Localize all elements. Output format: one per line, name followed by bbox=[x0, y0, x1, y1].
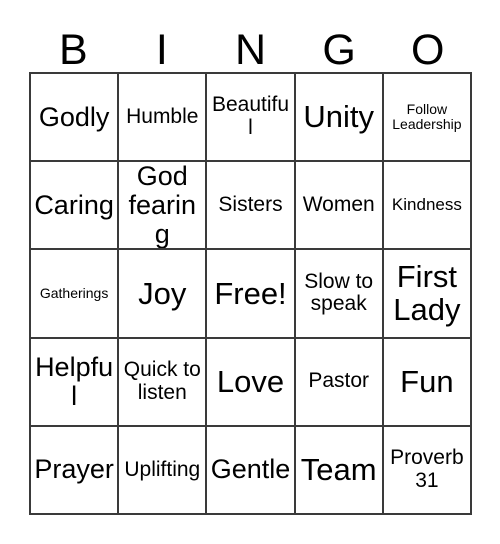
bingo-cell-label: Beautiful bbox=[211, 93, 290, 140]
bingo-cell-label: Uplifting bbox=[124, 457, 201, 481]
bingo-cell-label: Proverb 31 bbox=[390, 446, 464, 492]
bingo-cell-label: Gatherings bbox=[39, 284, 109, 301]
bingo-cell-label: Godly bbox=[38, 101, 110, 132]
bingo-header-letters: B I N G O bbox=[29, 14, 472, 72]
bingo-cell-b3[interactable]: Gatherings bbox=[31, 250, 120, 339]
bingo-cell-label: God fearing bbox=[128, 162, 197, 249]
bingo-header-letter-o: O bbox=[410, 26, 445, 74]
bingo-cell-b4[interactable]: Helpful bbox=[31, 338, 120, 427]
bingo-cell-i2[interactable]: God fearing bbox=[119, 162, 208, 251]
bingo-cell-label: First Lady bbox=[393, 259, 461, 328]
bingo-grid: Godly Humble Beautiful Unity Follow Lead… bbox=[29, 72, 472, 515]
bingo-cell-label: Slow to speak bbox=[304, 269, 374, 316]
bingo-cell-i5[interactable]: Uplifting bbox=[119, 426, 208, 515]
bingo-cell-label: Humble bbox=[126, 104, 199, 128]
bingo-cell-g4[interactable]: Pastor bbox=[295, 338, 384, 427]
bingo-cell-n1[interactable]: Beautiful bbox=[207, 74, 296, 163]
bingo-cell-o2[interactable]: Kindness bbox=[383, 162, 472, 251]
bingo-cell-o4[interactable]: Fun bbox=[383, 338, 472, 427]
bingo-cell-g5[interactable]: Team bbox=[295, 426, 384, 515]
bingo-cell-label: Love bbox=[216, 363, 285, 399]
bingo-header-letter-i: I bbox=[155, 26, 168, 74]
bingo-cell-label: Prayer bbox=[34, 454, 114, 485]
bingo-cell-o3[interactable]: First Lady bbox=[383, 250, 472, 339]
bingo-cell-b5[interactable]: Prayer bbox=[31, 426, 120, 515]
bingo-cell-label: Free! bbox=[214, 275, 287, 311]
bingo-cell-label: Kindness bbox=[391, 195, 462, 215]
bingo-cell-label: Sisters bbox=[218, 192, 283, 216]
bingo-header-letter-n: N bbox=[234, 26, 267, 74]
bingo-cell-n4[interactable]: Love bbox=[207, 338, 296, 427]
bingo-cell-g2[interactable]: Women bbox=[295, 162, 384, 251]
bingo-cell-label: Gentle bbox=[210, 454, 291, 485]
bingo-cell-label: Follow Leadership bbox=[392, 100, 462, 133]
bingo-cell-o5[interactable]: Proverb 31 bbox=[383, 426, 472, 515]
bingo-cell-b2[interactable]: Caring bbox=[31, 162, 120, 251]
bingo-cell-i1[interactable]: Humble bbox=[119, 74, 208, 163]
bingo-cell-g3[interactable]: Slow to speak bbox=[295, 250, 384, 339]
bingo-cell-label: Pastor bbox=[308, 369, 370, 393]
bingo-cell-label: Helpful bbox=[35, 351, 114, 411]
bingo-header-letter-g: G bbox=[322, 26, 356, 74]
bingo-cell-i3[interactable]: Joy bbox=[119, 250, 208, 339]
bingo-cell-label: Team bbox=[300, 452, 377, 488]
bingo-card: B I N G O Godly Humble Beautiful Unity F… bbox=[0, 0, 500, 544]
bingo-cell-n5[interactable]: Gentle bbox=[207, 426, 296, 515]
bingo-cell-label: Joy bbox=[138, 275, 187, 311]
bingo-cell-i4[interactable]: Quick to listen bbox=[119, 338, 208, 427]
bingo-cell-b1[interactable]: Godly bbox=[31, 74, 120, 163]
bingo-cell-label: Quick to listen bbox=[123, 358, 201, 404]
bingo-cell-label: Women bbox=[302, 192, 375, 216]
bingo-cell-n3-free[interactable]: Free! bbox=[207, 250, 296, 339]
bingo-cell-label: Fun bbox=[400, 363, 454, 399]
bingo-header-letter-b: B bbox=[58, 26, 88, 74]
bingo-cell-g1[interactable]: Unity bbox=[295, 74, 384, 163]
bingo-cell-label: Caring bbox=[34, 189, 114, 220]
bingo-cell-n2[interactable]: Sisters bbox=[207, 162, 296, 251]
bingo-cell-label: Unity bbox=[303, 99, 375, 135]
bingo-cell-o1[interactable]: Follow Leadership bbox=[383, 74, 472, 163]
